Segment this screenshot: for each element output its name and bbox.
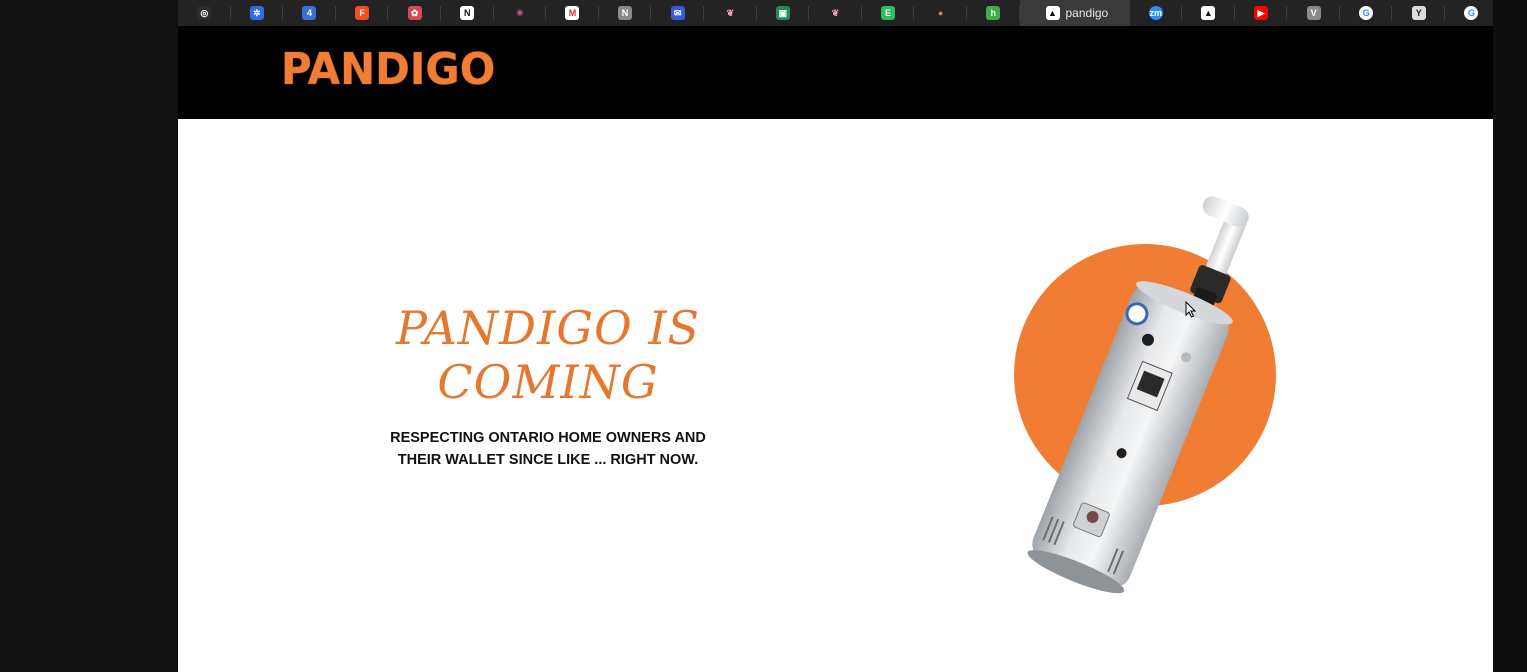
browser-tab[interactable]: ✿ — [388, 0, 441, 26]
hero-section: PANDIGO IS COMING RESPECTING ONTARIO HOM… — [178, 119, 1493, 672]
hero-subtitle-line-1: RESPECTING ONTARIO HOME OWNERS AND — [390, 430, 706, 446]
triangle-app-icon: ▲ — [1201, 6, 1216, 20]
browser-tab[interactable]: Y — [1392, 0, 1445, 26]
tab-title: pandigo — [1065, 6, 1109, 20]
design-app-icon: ✿ — [407, 6, 422, 20]
google-icon-2: G — [1464, 6, 1479, 20]
youtube-icon: ▶ — [1253, 6, 1268, 20]
y-app-icon: Y — [1411, 6, 1426, 20]
right-edge-panel — [1493, 0, 1527, 672]
brain-app-icon: ❦ — [723, 6, 738, 20]
brain-app-icon-2: ❦ — [828, 6, 843, 20]
browser-tab[interactable]: ❦ — [704, 0, 757, 26]
asterisk-app-icon: ✳ — [512, 6, 527, 20]
browser-tab[interactable]: ▲ — [1182, 0, 1235, 26]
four-app-icon: 4 — [302, 6, 317, 20]
creature-app-icon: ● — [933, 6, 948, 20]
browser-tab-active[interactable]: ▲ pandigo — [1019, 0, 1130, 26]
browser-tab[interactable]: zm — [1130, 0, 1183, 26]
google-icon: G — [1359, 6, 1374, 20]
mail-app-icon: ✉ — [670, 6, 685, 20]
sheet-app-icon: ▣ — [775, 6, 790, 20]
browser-tab-bar: ◎ ✲ 4 F ✿ N ✳ M N ✉ ❦ ▣ ❦ E ● h ▲ pandigo zm ▲ ▶ V G Y G — [178, 0, 1498, 26]
browser-tab[interactable]: ● — [914, 0, 967, 26]
figma-icon: F — [355, 6, 370, 20]
browser-tab[interactable]: V — [1287, 0, 1340, 26]
notion-icon: N — [460, 6, 475, 20]
evernote-icon: E — [881, 6, 896, 20]
v-app-icon: V — [1306, 6, 1321, 20]
pandigo-tab-icon: ▲ — [1045, 6, 1060, 20]
browser-tab[interactable]: N — [441, 0, 494, 26]
browser-tab[interactable]: ❦ — [809, 0, 862, 26]
n-app-icon: N — [618, 6, 633, 20]
browser-tab[interactable]: ▣ — [757, 0, 810, 26]
browser-tab[interactable]: M — [546, 0, 599, 26]
browser-tab[interactable]: E — [862, 0, 915, 26]
site-logo[interactable]: PANDIGO — [281, 44, 495, 95]
browser-tab[interactable]: G — [1340, 0, 1393, 26]
hero-subtitle-line-2: THEIR WALLET SINCE LIKE ... RIGHT NOW. — [397, 452, 699, 468]
gmail-icon: M — [565, 6, 580, 20]
browser-tab[interactable]: h — [967, 0, 1020, 26]
browser-tab[interactable]: ◎ — [178, 0, 231, 26]
chatgpt-icon: ◎ — [197, 6, 212, 20]
browser-tab[interactable]: N — [599, 0, 652, 26]
h-app-icon: h — [986, 6, 1001, 20]
browser-tab[interactable]: 4 — [283, 0, 336, 26]
kubernetes-icon: ✲ — [249, 6, 264, 20]
browser-tab[interactable]: G — [1445, 0, 1498, 26]
zoom-icon: zm — [1148, 6, 1163, 20]
browser-tab[interactable]: ✉ — [651, 0, 704, 26]
browser-tab[interactable]: F — [336, 0, 389, 26]
hero-title: PANDIGO IS COMING — [395, 301, 700, 409]
hero-subtitle: RESPECTING ONTARIO HOME OWNERS AND THEIR… — [358, 427, 738, 471]
browser-tab[interactable]: ▶ — [1235, 0, 1288, 26]
hero-illustration — [1014, 196, 1276, 594]
browser-tab[interactable]: ✳ — [494, 0, 547, 26]
site-header: PANDIGO — [178, 26, 1493, 119]
browser-tab[interactable]: ✲ — [231, 0, 284, 26]
